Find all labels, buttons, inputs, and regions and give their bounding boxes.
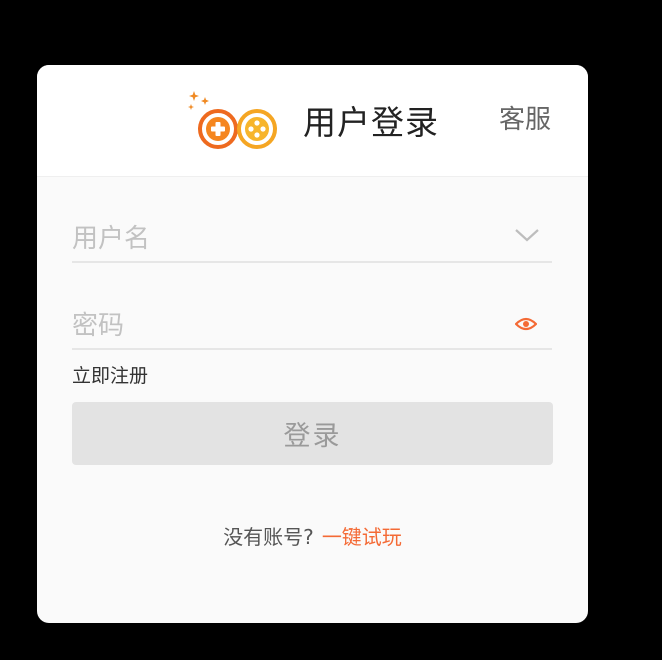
page-title: 用户登录 [303,103,439,142]
username-field [72,217,552,263]
screen: 用户登录 客服 立即注册 登录 没有账号? 一键试玩 [0,0,662,660]
register-link[interactable]: 立即注册 [72,363,148,389]
username-input[interactable] [72,217,492,261]
trial-row: 没有账号? 一键试玩 [37,523,588,551]
gamepad-plus-logo-icon [188,91,277,149]
one-click-trial-link[interactable]: 一键试玩 [322,525,402,549]
chevron-down-icon[interactable] [514,227,540,243]
password-input[interactable] [72,303,492,348]
no-account-prompt: 没有账号? [223,525,314,549]
login-button[interactable]: 登录 [72,402,553,465]
eye-icon[interactable] [515,317,537,331]
customer-service-link[interactable]: 客服 [499,102,551,138]
dialog-header: 用户登录 客服 [37,65,588,177]
login-dialog: 用户登录 客服 立即注册 登录 没有账号? 一键试玩 [37,65,588,623]
password-field [72,303,552,350]
